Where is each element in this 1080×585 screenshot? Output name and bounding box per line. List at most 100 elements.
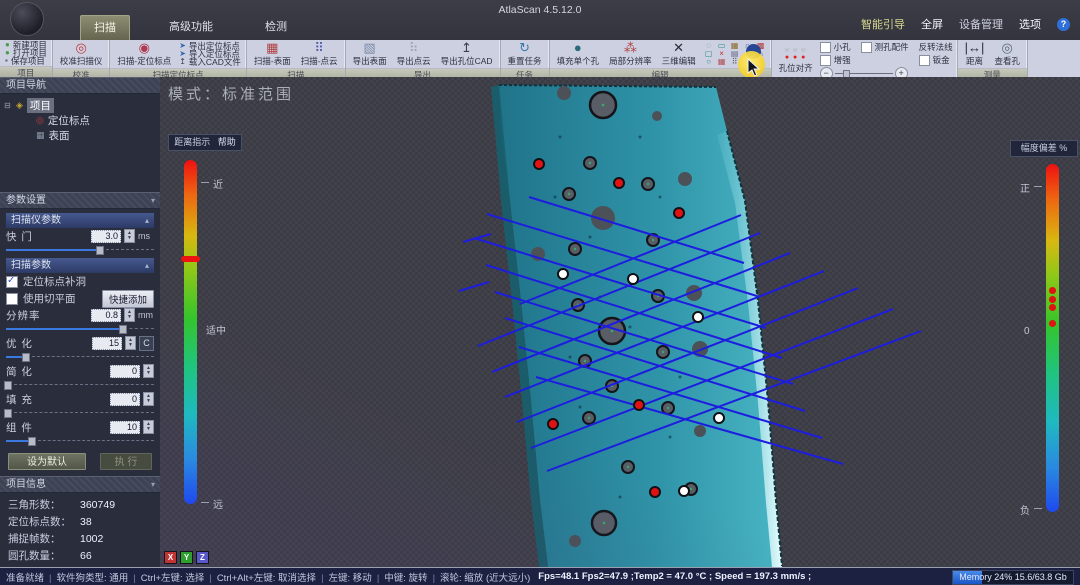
checkbox-icon xyxy=(820,42,831,53)
scan-pointcloud-icon: ⠿ xyxy=(314,41,324,54)
ribbon-button-label: 三维编辑 xyxy=(662,55,696,67)
resolution-spinner[interactable] xyxy=(124,308,135,322)
menu-smart-guide[interactable]: 智能引导 xyxy=(861,16,905,32)
sheet-metal-checkbox[interactable]: 钣金 xyxy=(919,54,953,66)
small-hole-checkbox[interactable]: 小孔 xyxy=(820,41,851,53)
surface-icon: ▦ xyxy=(36,130,45,141)
simplify-slider[interactable] xyxy=(6,380,154,389)
simplify-row: 简 化 0 xyxy=(6,363,154,379)
info-label: 三角形数： xyxy=(8,497,80,512)
view-hole-icon: ◎ xyxy=(1002,41,1013,54)
ribbon-button-edit-3d[interactable]: ✕三维编辑 xyxy=(659,41,699,67)
resolution-input[interactable]: 0.8 xyxy=(91,309,121,322)
fill-spinner[interactable] xyxy=(143,392,154,406)
gauge-label-zero: 0 xyxy=(1024,326,1030,337)
calibrate-scanner-icon: ◎ xyxy=(75,41,86,54)
info-value: 38 xyxy=(80,516,92,528)
optimize-slider[interactable] xyxy=(6,352,154,361)
ribbon-button-export-surface[interactable]: ▧导出表面 xyxy=(350,41,390,67)
tree-item-project[interactable]: ⊟◈项目 xyxy=(4,98,156,113)
axis-button-y[interactable]: Y xyxy=(180,551,193,564)
menu-device-management[interactable]: 设备管理 xyxy=(959,16,1003,32)
fill-slider[interactable] xyxy=(6,408,154,417)
ribbon-button-scan-target-points[interactable]: ◉扫描-定位标点 xyxy=(114,41,174,67)
deviation-gauge-header: 幅度偏差 % xyxy=(1010,140,1078,157)
optimize-input[interactable]: 15 xyxy=(92,337,122,350)
shutter-slider[interactable] xyxy=(6,245,154,254)
hole-fixture-label: 测孔配件 xyxy=(875,41,909,53)
local-resolution-icon: ⁂ xyxy=(624,41,637,54)
menu-fullscreen[interactable]: 全屏 xyxy=(921,16,943,32)
ribbon-button-export-pointcloud[interactable]: ⠷导出点云 xyxy=(394,41,434,67)
optimize-spinner[interactable] xyxy=(125,336,136,350)
gauge-label-near: 近 xyxy=(213,176,223,191)
ribbon-toolbar: ●新建项目●打开项目▪保存项目项目◎校准扫描仪校准◉扫描-定位标点➤导出定位标点… xyxy=(0,40,1080,78)
help-icon[interactable]: ? xyxy=(1057,18,1070,31)
info-row-3: 捕捉帧数：1002 xyxy=(0,530,160,547)
status-hint-4: Ctrl+Alt+左键: 取消选择 xyxy=(217,573,316,584)
ribbon-item-load-cad-file[interactable]: ↥载入CAD文件 xyxy=(178,58,242,66)
quick-add-button[interactable]: 快捷添加 xyxy=(102,290,154,308)
scan-params-header[interactable]: 扫描参数▴ xyxy=(6,258,154,273)
optimize-refresh-button[interactable]: C xyxy=(139,336,154,351)
ribbon-button-scan-surface[interactable]: ▦扫描-表面 xyxy=(251,41,294,67)
param-settings-header[interactable]: 参数设置▾ xyxy=(0,192,160,209)
resolution-slider[interactable] xyxy=(6,324,154,333)
execute-button[interactable]: 执 行 xyxy=(100,453,152,470)
hole-fixture-checkbox[interactable]: 测孔配件 xyxy=(861,41,909,53)
ribbon-button-scan-pointcloud[interactable]: ⠿扫描-点云 xyxy=(298,41,341,67)
tab-3[interactable]: 检测 xyxy=(252,15,300,40)
component-input[interactable]: 10 xyxy=(110,421,140,434)
menu-options[interactable]: 选项 xyxy=(1019,16,1041,32)
tab-2[interactable]: 高级功能 xyxy=(156,15,226,40)
ribbon-button-label: 导出孔位CAD xyxy=(441,55,493,67)
axis-button-z[interactable]: Z xyxy=(196,551,209,564)
component-slider[interactable] xyxy=(6,436,154,445)
circle-select-icon[interactable]: ○ xyxy=(703,58,715,66)
ribbon-button-hole-align[interactable]: ○ ○ ○● ● ●孔位对齐 xyxy=(776,47,816,74)
ribbon-button-export-holes-cad[interactable]: ↥导出孔位CAD xyxy=(438,41,496,67)
deviation-dot-3 xyxy=(1049,304,1056,311)
mouse-cursor-icon xyxy=(747,58,760,77)
axis-button-x[interactable]: X xyxy=(164,551,177,564)
project-nav-header[interactable]: 项目导航 xyxy=(0,77,160,94)
distance-marker xyxy=(181,256,200,262)
simplify-input[interactable]: 0 xyxy=(110,365,140,378)
scan-object-surface[interactable] xyxy=(499,85,782,567)
ribbon-button-local-resolution[interactable]: ⁂局部分辨率 xyxy=(606,41,655,67)
ribbon-button-reset-task[interactable]: ↻重置任务 xyxy=(505,41,545,67)
gauge-help-link[interactable]: 帮助 xyxy=(218,137,236,147)
parameter-panel: 扫描仪参数▴ 快 门 3.0 ms 扫描参数▴ 定位标点补洞 使用切平面 快捷添… xyxy=(0,209,160,470)
optimize-row: 优 化 15 C xyxy=(6,335,154,351)
status-hints: 准备就绪|软件狗类型: 通用|Ctrl+左键: 选择|Ctrl+Alt+左键: … xyxy=(6,570,530,584)
scan-surface-icon: ▦ xyxy=(266,41,278,54)
scanner-params-header[interactable]: 扫描仪参数▴ xyxy=(6,213,154,228)
shutter-input[interactable]: 3.0 xyxy=(91,230,121,243)
ribbon-item-save-project[interactable]: ▪保存项目 xyxy=(4,57,46,65)
enhance-checkbox[interactable]: 增强 xyxy=(820,54,851,66)
fill-input[interactable]: 0 xyxy=(110,393,140,406)
shutter-spinner[interactable] xyxy=(124,229,135,243)
mesh-tool-icon[interactable]: ▦ xyxy=(716,58,728,66)
tree-item-target-points[interactable]: ◎定位标点 xyxy=(4,113,156,128)
tab-1[interactable]: 扫描 xyxy=(80,15,130,40)
simplify-spinner[interactable] xyxy=(143,364,154,378)
ribbon-button-calibrate-scanner[interactable]: ◎校准扫描仪 xyxy=(57,41,106,67)
ribbon-button-distance[interactable]: |↔|距离 xyxy=(962,41,988,67)
3d-viewport[interactable]: 模式：标准范围 距离指示 帮助 近 适中 远 幅度偏差 % 正 0 负 xyxy=(160,77,1080,567)
title-bar: AtlaScan 4.5.12.0 扫描高级功能检测 智能引导 全屏 设备管理 … xyxy=(0,0,1080,40)
deviation-gauge: 幅度偏差 % 正 0 负 xyxy=(1010,140,1078,522)
tree-item-surface[interactable]: ▦表面 xyxy=(4,128,156,143)
invert-normals-button[interactable]: 反转法线 xyxy=(919,41,953,53)
use-cut-plane-checkbox[interactable]: 使用切平面 快捷添加 xyxy=(6,290,154,307)
checkbox-icon xyxy=(820,55,831,66)
ribbon-button-view-hole[interactable]: ◎查看孔 xyxy=(991,41,1023,67)
component-spinner[interactable] xyxy=(143,420,154,434)
ribbon-button-fill-single-hole[interactable]: ●填充单个孔 xyxy=(554,41,603,67)
set-default-button[interactable]: 设为默认 xyxy=(8,453,86,470)
project-info-header[interactable]: 项目信息▾ xyxy=(0,476,160,493)
ribbon-button-label: 扫描-定位标点 xyxy=(117,55,171,67)
checkbox-checked-icon xyxy=(6,276,18,288)
target-hole-fill-checkbox[interactable]: 定位标点补洞 xyxy=(6,273,154,290)
invert-normals-label: 反转法线 xyxy=(919,41,953,53)
